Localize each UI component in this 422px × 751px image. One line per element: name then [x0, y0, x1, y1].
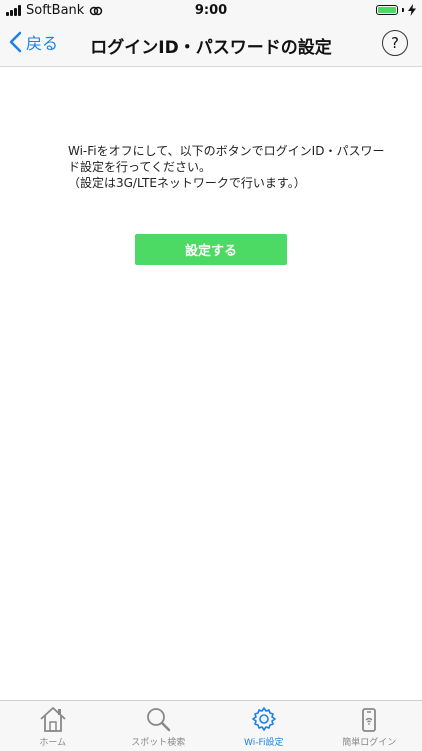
charging-icon — [408, 4, 416, 16]
instruction-message: Wi-Fiをオフにして、以下のボタンでログインID・パスワード設定を行ってくださ… — [68, 143, 388, 191]
help-button[interactable]: ? — [382, 30, 408, 56]
phone-icon — [354, 705, 384, 733]
battery-tip — [402, 8, 404, 12]
tab-wifi-settings-label: Wi-Fi設定 — [244, 735, 283, 748]
tab-home[interactable]: ホーム — [0, 701, 106, 751]
search-icon — [143, 705, 173, 733]
tab-spot-search-label: スポット検索 — [131, 735, 185, 748]
home-icon — [38, 705, 68, 733]
page-title: ログインID・パスワードの設定 — [0, 33, 422, 58]
message-line-2: （設定は3G/LTEネットワークで行います。） — [68, 175, 388, 191]
nav-bar: 戻る ログインID・パスワードの設定 ? — [0, 22, 422, 67]
status-time: 9:00 — [0, 3, 422, 18]
help-icon: ? — [391, 34, 399, 52]
status-bar: SoftBank 9:00 — [0, 0, 422, 22]
tab-wifi-settings[interactable]: Wi-Fi設定 — [211, 701, 317, 751]
message-line-1: Wi-Fiをオフにして、以下のボタンでログインID・パスワード設定を行ってくださ… — [68, 143, 388, 175]
setup-button[interactable]: 設定する — [135, 234, 287, 265]
gear-icon — [249, 705, 279, 733]
status-right — [376, 4, 416, 16]
tab-bar: ホーム スポット検索 Wi-Fi設定 簡単ログイン — [0, 700, 422, 751]
tab-home-label: ホーム — [39, 735, 66, 748]
battery-icon — [376, 5, 398, 15]
tab-easy-login-label: 簡単ログイン — [342, 735, 396, 748]
tab-easy-login[interactable]: 簡単ログイン — [317, 701, 422, 751]
tab-spot-search[interactable]: スポット検索 — [106, 701, 212, 751]
